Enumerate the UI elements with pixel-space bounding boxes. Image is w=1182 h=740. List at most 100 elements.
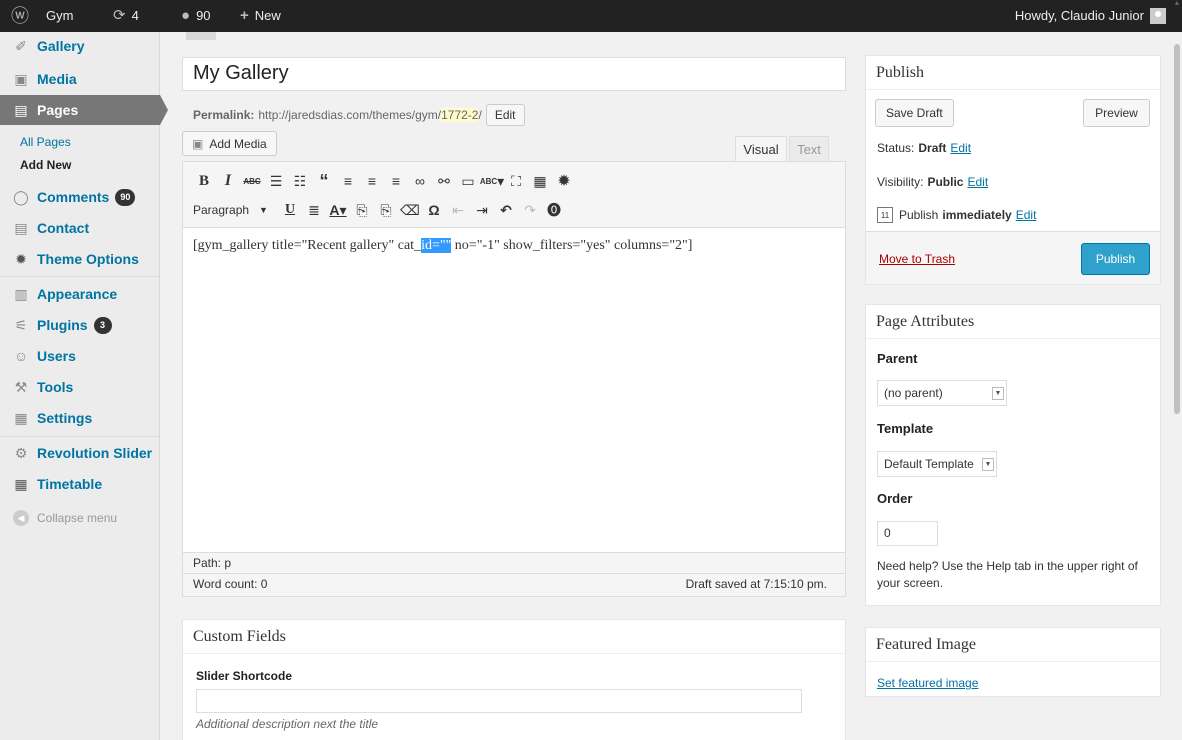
bullet-list-icon[interactable]: ☰ [265, 170, 287, 192]
paste-word-icon[interactable]: ⎘ [375, 199, 397, 221]
submenu-all-pages[interactable]: All Pages [20, 135, 71, 149]
menu-pages[interactable]: ▤ Pages [0, 95, 168, 125]
read-more-icon[interactable]: ▭ [457, 170, 479, 192]
featured-image-box: Featured Image Set featured image [865, 627, 1161, 697]
text-color-icon[interactable]: A▾ [327, 199, 349, 221]
strikethrough-icon[interactable]: ABC [241, 170, 263, 192]
content-text-after: no="-1" show_filters="yes" columns="2"] [451, 238, 693, 253]
format-select[interactable]: Paragraph ▼ [193, 203, 273, 217]
save-draft-button[interactable]: Save Draft [875, 99, 954, 127]
statusbar-divider [183, 573, 845, 574]
help-icon[interactable]: ⓿ [543, 199, 565, 221]
menu-revolution-slider[interactable]: ⚙ Revolution Slider [0, 438, 160, 468]
underline-icon[interactable]: U [279, 199, 301, 221]
scroll-up-icon[interactable]: ▲ [1172, 0, 1182, 12]
template-select[interactable]: Default Template ▼ [877, 451, 997, 477]
move-to-trash-link[interactable]: Move to Trash [879, 252, 955, 266]
word-count: Word count: 0 [193, 577, 268, 591]
menu-users[interactable]: ☺ Users [0, 341, 160, 371]
admin-bar-account[interactable]: Howdy, Claudio Junior [1015, 0, 1166, 32]
page-attributes-help: Need help? Use the Help tab in the upper… [877, 559, 1138, 590]
featured-image-title[interactable]: Featured Image [866, 628, 1160, 662]
clear-formatting-icon[interactable]: ⌫ [399, 199, 421, 221]
publish-schedule-value: immediately [942, 208, 1012, 222]
menu-contact[interactable]: ▤ Contact [0, 213, 160, 243]
calendar-icon: ▦ [14, 475, 28, 492]
align-right-icon[interactable]: ≡ [385, 170, 407, 192]
spellcheck-icon[interactable]: ABC ▾ [480, 170, 504, 192]
tab-text[interactable]: Text [789, 136, 829, 162]
align-left-icon[interactable]: ≡ [337, 170, 359, 192]
menu-theme-options[interactable]: ✹ Theme Options [0, 244, 160, 274]
gear-icon[interactable]: ✹ [553, 170, 575, 192]
collapse-menu[interactable]: ◀ Collapse menu [13, 510, 117, 526]
parent-select[interactable]: (no parent) ▼ [877, 380, 1007, 406]
add-media-label: Add Media [209, 136, 267, 151]
chevron-down-icon: ▼ [992, 387, 1004, 400]
kitchen-sink-icon[interactable]: ▦ [529, 170, 551, 192]
template-label: Template [877, 421, 934, 436]
permalink-slug[interactable]: 1772-2 [441, 108, 479, 122]
indent-icon[interactable]: ⇥ [471, 199, 493, 221]
fullscreen-icon[interactable]: ⛶ [505, 170, 527, 192]
admin-bar-comments[interactable]: ● 90 [181, 0, 211, 32]
special-character-icon[interactable]: Ω [423, 199, 445, 221]
justify-icon[interactable]: ≣ [303, 199, 325, 221]
publish-box: Publish Save Draft Preview Status: Draft… [865, 55, 1161, 285]
link-icon[interactable]: ∞ [409, 170, 431, 192]
order-label: Order [877, 491, 913, 506]
menu-timetable[interactable]: ▦ Timetable [0, 469, 160, 499]
custom-fields-title[interactable]: Custom Fields [183, 620, 845, 654]
permalink-edit-button[interactable]: Edit [485, 104, 525, 126]
bold-icon[interactable]: B [193, 170, 215, 192]
permalink-trailing: / [478, 108, 482, 122]
set-featured-image-link[interactable]: Set featured image [877, 676, 978, 690]
page-attributes-title[interactable]: Page Attributes [866, 305, 1160, 339]
publish-box-title[interactable]: Publish [866, 56, 1160, 90]
schedule-edit-link[interactable]: Edit [1016, 208, 1037, 222]
admin-bar-updates[interactable]: ⟳ 4 [113, 0, 139, 32]
parent-select-value: (no parent) [884, 386, 943, 400]
visibility-edit-link[interactable]: Edit [967, 175, 988, 189]
menu-tools[interactable]: ⚒ Tools [0, 372, 160, 402]
admin-bar: ⓦ Gym ⟳ 4 ● 90 + New Howdy, Claudio Juni… [0, 0, 1182, 32]
redo-icon[interactable]: ↷ [519, 199, 541, 221]
page-scrollbar[interactable] [1172, 32, 1182, 740]
post-title-input[interactable]: My Gallery [182, 57, 846, 91]
slider-shortcode-input[interactable] [196, 689, 802, 713]
menu-plugins[interactable]: ⚟ Plugins 3 [0, 310, 160, 340]
tab-visual[interactable]: Visual [735, 136, 787, 162]
blockquote-icon[interactable]: “ [313, 170, 335, 192]
menu-comments[interactable]: ◯ Comments 90 [0, 182, 160, 212]
add-media-button[interactable]: ▣ Add Media [182, 131, 277, 156]
wordpress-logo-icon[interactable]: ⓦ [0, 0, 40, 32]
admin-bar-new[interactable]: + New [240, 0, 281, 32]
preview-button[interactable]: Preview [1083, 99, 1150, 127]
editor-toolbar: B I ABC ☰ ☷ “ ≡ ≡ ≡ ∞ ⚯ ▭ ABC ▾ ⛶ ▦ ✹ Par… [183, 162, 845, 228]
plugin-icon: ⚟ [14, 316, 28, 333]
undo-icon[interactable]: ↶ [495, 199, 517, 221]
menu-appearance[interactable]: ▥ Appearance [0, 279, 160, 309]
order-input[interactable]: 0 [877, 521, 938, 546]
italic-icon[interactable]: I [217, 170, 239, 192]
menu-gallery[interactable]: ✐ Gallery [0, 32, 160, 60]
page-attributes-box: Page Attributes Parent (no parent) ▼ Tem… [865, 304, 1161, 606]
menu-settings[interactable]: ▦ Settings [0, 403, 160, 433]
status-edit-link[interactable]: Edit [950, 141, 971, 155]
menu-media[interactable]: ▣ Media [0, 64, 160, 94]
numbered-list-icon[interactable]: ☷ [289, 170, 311, 192]
paste-text-icon[interactable]: ⎘ [351, 199, 373, 221]
editor-content[interactable]: [gym_gallery title="Recent gallery" cat_… [193, 238, 833, 254]
visibility-label: Visibility: [877, 175, 924, 189]
submenu-add-new[interactable]: Add New [20, 158, 71, 172]
admin-bar-site[interactable]: Gym [46, 0, 73, 32]
scrollbar-thumb[interactable] [1174, 44, 1180, 414]
chevron-down-icon: ▼ [259, 205, 268, 215]
unlink-icon[interactable]: ⚯ [433, 170, 455, 192]
custom-fields-box: Custom Fields Slider Shortcode Additiona… [182, 619, 846, 740]
collapse-arrow-icon: ◀ [13, 510, 29, 526]
publish-button[interactable]: Publish [1081, 243, 1150, 275]
outdent-icon[interactable]: ⇤ [447, 199, 469, 221]
permalink-base: http://jaredsdias.com/themes/gym/ [258, 108, 442, 122]
align-center-icon[interactable]: ≡ [361, 170, 383, 192]
